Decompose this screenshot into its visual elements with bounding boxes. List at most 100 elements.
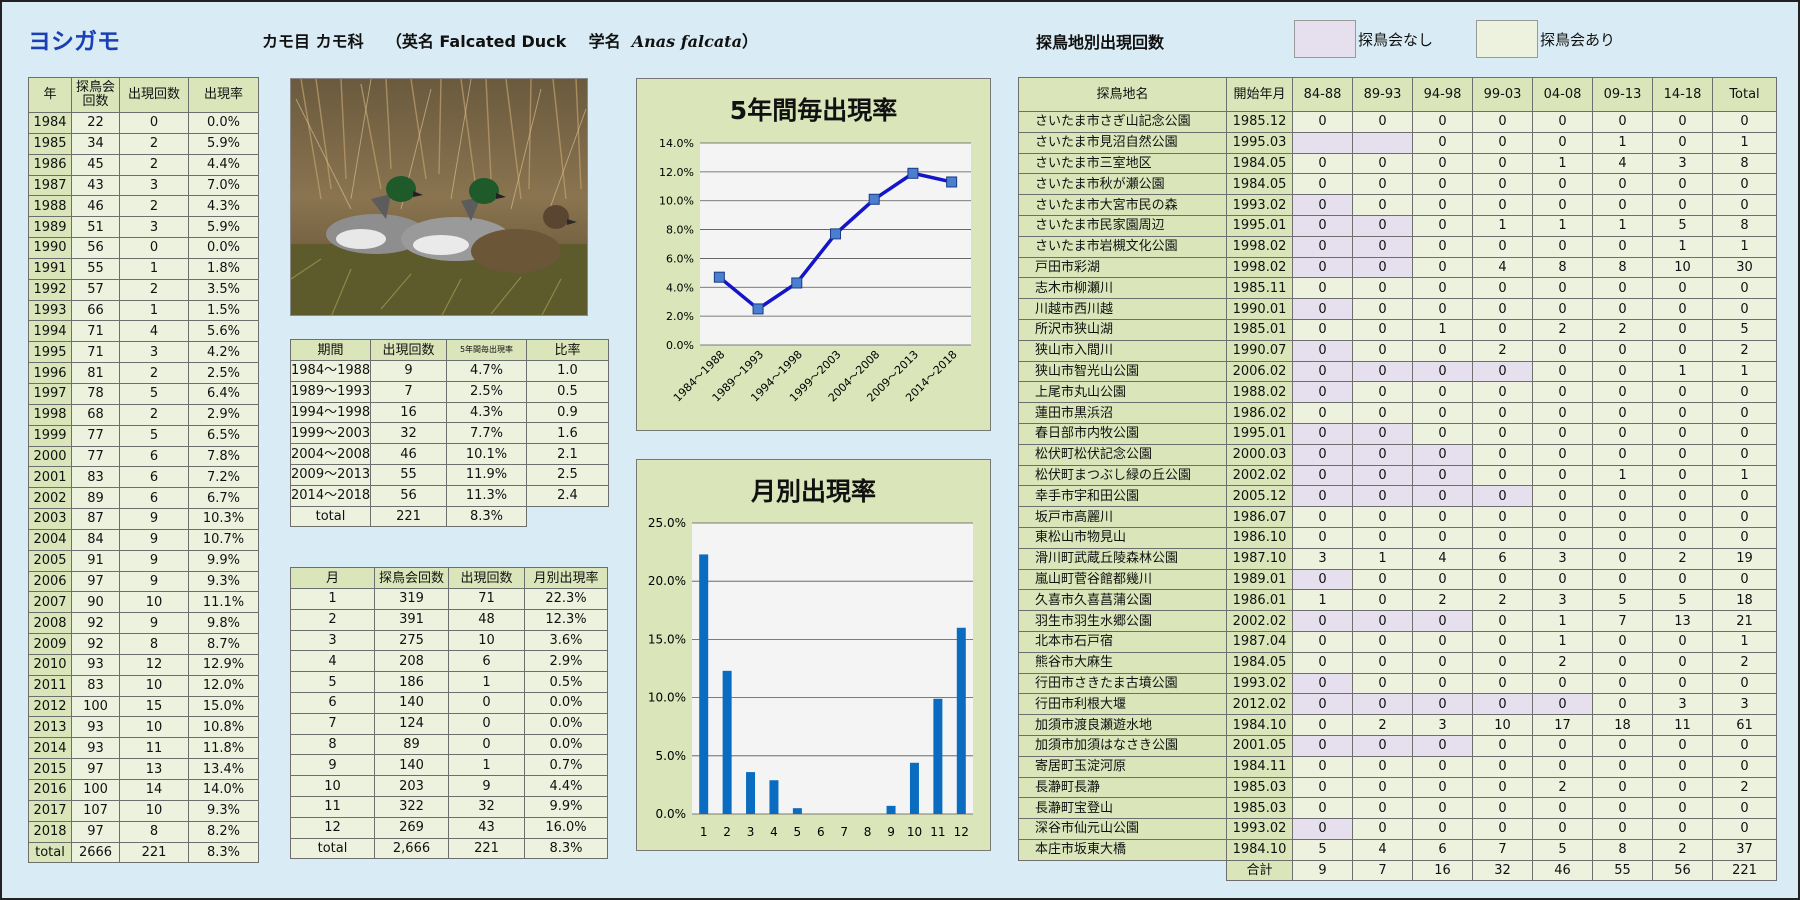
yearly-cell: 68	[71, 403, 120, 426]
monthly-row: total 2,666 221 8.3%	[290, 837, 608, 860]
site-count-cell: 1	[1532, 152, 1593, 175]
monthly-cell: 22.3%	[524, 588, 608, 610]
site-count-cell: 0	[1652, 443, 1713, 466]
site-count-cell: 37	[1712, 838, 1777, 861]
yearly-cell: 3	[119, 341, 189, 364]
x-tick-label: 5	[794, 825, 802, 839]
site-count-cell: 3	[1652, 693, 1713, 716]
site-total-cell: 32	[1472, 859, 1533, 882]
monthly-row: 2 391 48 12.3%	[290, 608, 608, 631]
period-cell: 1994～1998	[290, 401, 371, 424]
site-count-cell: 0	[1652, 506, 1713, 528]
site-name-cell: さいたま市三室地区	[1018, 152, 1227, 175]
monthly-cell: 12.3%	[524, 608, 608, 631]
sites-header-cell: 84-88	[1292, 77, 1353, 112]
site-count-cell: 0	[1532, 131, 1593, 154]
yearly-row: 2011 83 10 12.0%	[28, 674, 259, 697]
yearly-row: 2014 93 11 11.8%	[28, 737, 259, 760]
site-count-cell: 0	[1532, 818, 1593, 840]
site-count-cell: 0	[1292, 818, 1353, 840]
site-count-cell: 0	[1652, 734, 1713, 757]
site-count-cell: 0	[1592, 776, 1653, 799]
monthly-cell: 48	[448, 608, 525, 631]
site-start-cell: 2001.05	[1226, 734, 1293, 757]
yearly-cell: 84	[71, 528, 120, 551]
yearly-cell: 1995	[28, 341, 72, 364]
yearly-cell: 3	[119, 216, 189, 239]
site-count-cell: 1	[1292, 589, 1353, 612]
yearly-cell: 55	[71, 257, 120, 280]
monthly-cell: 124	[374, 712, 449, 735]
yearly-cell: 2.9%	[188, 403, 259, 426]
yearly-cell: 2	[119, 278, 189, 301]
site-count-cell: 0	[1592, 422, 1653, 445]
data-point	[713, 271, 725, 283]
site-count-cell: 0	[1472, 277, 1533, 300]
site-count-cell: 0	[1472, 464, 1533, 487]
monthly-cell: 9	[448, 775, 525, 797]
site-start-cell: 1998.02	[1226, 256, 1293, 279]
yearly-cell: 5	[119, 382, 189, 405]
period-cell: 2.5	[526, 463, 609, 486]
site-count-cell: 0	[1652, 318, 1713, 341]
site-count-cell: 0	[1292, 360, 1353, 383]
yearly-cell: 77	[71, 445, 120, 468]
site-count-cell: 0	[1652, 381, 1713, 404]
yearly-cell: 0.0%	[188, 112, 259, 134]
data-point	[907, 167, 919, 179]
yearly-cell: 9	[119, 528, 189, 551]
site-count-cell: 0	[1412, 818, 1473, 840]
period-table: 期間 出現回数 5年間毎出現率 比率 1984～1988 9 4.7% 1.0 1989～19…	[290, 339, 609, 528]
site-count-cell: 1	[1532, 610, 1593, 632]
site-count-cell: 0	[1532, 422, 1593, 445]
yearly-cell: 93	[71, 653, 120, 676]
site-count-cell: 0	[1472, 298, 1533, 320]
site-count-cell: 0	[1412, 360, 1473, 383]
site-start-cell: 1985.01	[1226, 318, 1293, 341]
site-start-cell: 1986.07	[1226, 506, 1293, 528]
site-row: さいたま市大宮市民の森 1993.02 0 0 0 0 0 0 0 0	[1018, 194, 1777, 216]
site-count-cell: 0	[1472, 526, 1533, 549]
yearly-cell: 92	[71, 612, 120, 635]
site-start-cell: 1993.02	[1226, 194, 1293, 216]
site-row: 所沢市狭山湖 1985.01 0 0 1 0 2 2 0 5	[1018, 318, 1777, 341]
site-count-cell: 0	[1652, 277, 1713, 300]
site-count-cell: 7	[1592, 610, 1653, 632]
site-start-cell: 1985.03	[1226, 776, 1293, 799]
site-count-cell: 0	[1352, 318, 1413, 341]
legend-label-yes: 探鳥会あり	[1540, 31, 1616, 49]
yearly-row: 1991 55 1 1.8%	[28, 257, 259, 280]
y-tick-label: 0.0%	[656, 807, 687, 821]
site-count-cell: 0	[1592, 485, 1653, 508]
y-tick-label: 10.0%	[659, 195, 694, 208]
monthly-body: 1 319 71 22.3% 2 391 48 12.3% 3 275 10 3.6% 4 208 6 2.9…	[290, 588, 608, 860]
site-count-cell: 21	[1712, 610, 1777, 632]
site-count-cell: 0	[1472, 672, 1533, 695]
site-count-cell: 1	[1652, 235, 1713, 258]
site-total-label: 合計	[1226, 859, 1293, 882]
site-count-cell: 0	[1592, 381, 1653, 404]
monthly-cell: 3.6%	[524, 629, 608, 652]
period-body: 1984～1988 9 4.7% 1.0 1989～1993 7 2.5% 0.5 1994～1…	[290, 360, 609, 528]
period-cell: 1.6	[526, 422, 609, 445]
site-count-cell: 0	[1352, 256, 1413, 279]
yearly-cell: 43	[71, 174, 120, 197]
site-count-cell: 2	[1472, 339, 1533, 362]
site-count-cell: 0	[1412, 131, 1473, 154]
monthly-cell: 140	[374, 754, 449, 777]
bar	[769, 780, 779, 814]
yearly-cell: 0.0%	[188, 237, 259, 259]
monthly-cell: 319	[374, 588, 449, 610]
yearly-cell: 12	[119, 653, 189, 676]
monthly-cell: 89	[374, 733, 449, 756]
site-name-cell: 戸田市彩湖	[1018, 256, 1227, 279]
yearly-cell: 97	[71, 758, 120, 780]
site-count-cell: 4	[1412, 547, 1473, 570]
yearly-cell: 1986	[28, 153, 72, 176]
site-count-cell: 0	[1292, 714, 1353, 736]
x-tick-label: 8	[864, 825, 872, 839]
site-count-cell: 0	[1292, 402, 1353, 424]
bar	[933, 698, 943, 814]
site-total-cell: 56	[1652, 859, 1713, 882]
monthly-cell: 43	[448, 816, 525, 839]
